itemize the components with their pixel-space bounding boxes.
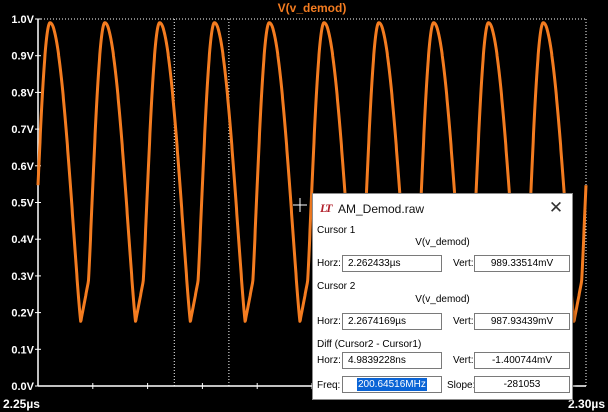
y-tick-label: 0.9V — [11, 51, 34, 63]
cursor1-label: Cursor 1 — [317, 225, 356, 236]
dialog-title: AM_Demod.raw — [338, 202, 425, 216]
cursor2-label: Cursor 2 — [317, 281, 356, 292]
diff-horz-field[interactable]: 4.9839228ns — [342, 352, 442, 369]
diff-freq-label: Freq: — [317, 380, 341, 391]
y-tick-label: 0.5V — [11, 198, 34, 210]
diff-vert-field[interactable]: -1.400744mV — [474, 352, 570, 369]
y-tick-label: 0.3V — [11, 271, 34, 283]
cursor1-horz-field[interactable]: 2.262433µs — [342, 255, 442, 272]
cursor1-vert-label: Vert: — [453, 258, 474, 269]
cursor2-horz-label: Horz: — [317, 316, 341, 327]
cursor2-vert-field[interactable]: 987.93439mV — [474, 313, 570, 330]
cursor-readout-dialog[interactable]: LT AM_Demod.raw ✕ Cursor 1 V(v_demod) Ho… — [312, 193, 573, 400]
y-tick-label: 0.1V — [11, 344, 34, 356]
y-tick-label: 0.0V — [11, 381, 34, 393]
cursor1-vert-field[interactable]: 989.33514mV — [474, 255, 570, 272]
y-axis: 0.0V 0.1V 0.2V 0.3V 0.4V 0.5V 0.6V 0.7V 0.8V 0.9V… — [11, 14, 41, 393]
diff-horz-label: Horz: — [317, 355, 341, 366]
plot-title: V(v_demod) — [278, 1, 347, 15]
x-tick-label-start: 2.25µs — [3, 397, 40, 411]
diff-slope-label: Slope: — [447, 380, 476, 391]
y-tick-label: 0.4V — [11, 234, 34, 246]
crosshair-cursor-icon — [293, 198, 307, 212]
y-tick-label: 0.2V — [11, 308, 34, 320]
diff-label: Diff (Cursor2 - Cursor1) — [317, 339, 422, 350]
diff-vert-label: Vert: — [453, 355, 474, 366]
cursor1-horz-label: Horz: — [317, 258, 341, 269]
ltspice-app-icon: LT — [320, 201, 333, 215]
cursor2-trace: V(v_demod) — [415, 294, 470, 305]
x-tick-label-end: 2.30µs — [568, 397, 605, 411]
dialog-titlebar[interactable]: LT AM_Demod.raw ✕ — [313, 194, 572, 222]
diff-freq-value-selected: 200.64516MHz — [357, 378, 427, 391]
cursor2-vert-label: Vert: — [453, 316, 474, 327]
y-tick-label: 0.6V — [11, 161, 34, 173]
y-tick-label: 0.7V — [11, 124, 34, 136]
y-tick-label: 0.8V — [11, 87, 34, 99]
diff-freq-field[interactable]: 200.64516MHz — [342, 376, 442, 393]
cursor2-horz-field[interactable]: 2.2674169µs — [342, 313, 442, 330]
y-tick-label: 1.0V — [11, 14, 34, 26]
cursor1-trace: V(v_demod) — [415, 237, 470, 248]
close-button[interactable]: ✕ — [544, 196, 568, 220]
diff-slope-field[interactable]: -281053 — [474, 376, 570, 393]
